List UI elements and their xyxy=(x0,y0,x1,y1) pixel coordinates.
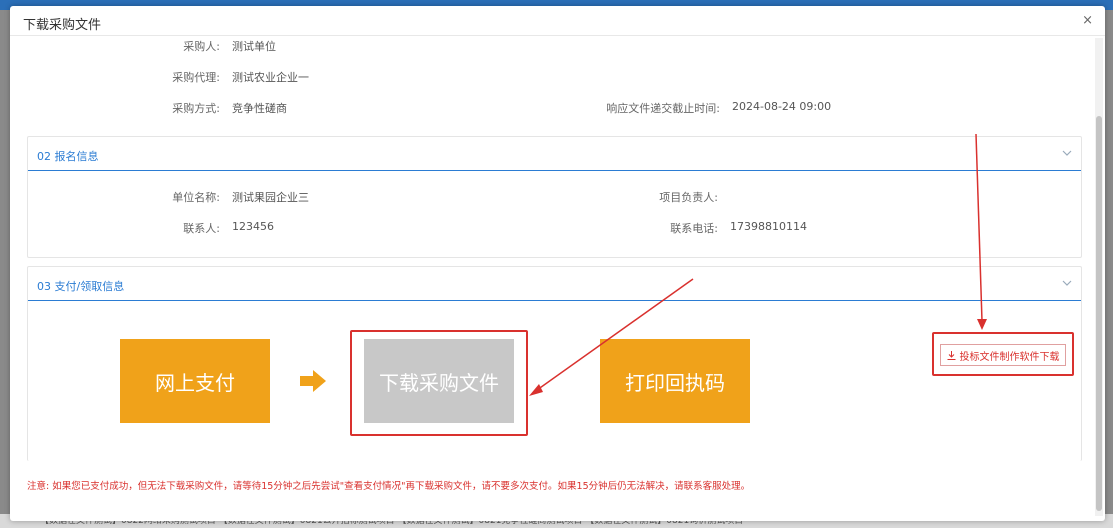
annotation-arrows xyxy=(529,133,987,396)
dialog-header: 下载采购文件 × xyxy=(10,6,1105,36)
dialog-scrollbar[interactable] xyxy=(1095,38,1103,516)
dialog-body: 采购人: 测试单位 采购代理: 测试农业企业一 采购方式: 竞争性磋商 响应文件… xyxy=(10,36,1095,521)
close-icon[interactable]: × xyxy=(1082,13,1093,28)
dialog-title: 下载采购文件 xyxy=(23,18,102,33)
scrollbar-thumb[interactable] xyxy=(1096,116,1102,511)
download-procurement-dialog: 下载采购文件 × 采购人: 测试单位 采购代理: 测试农业企业一 采购方式: 竞… xyxy=(10,6,1105,521)
